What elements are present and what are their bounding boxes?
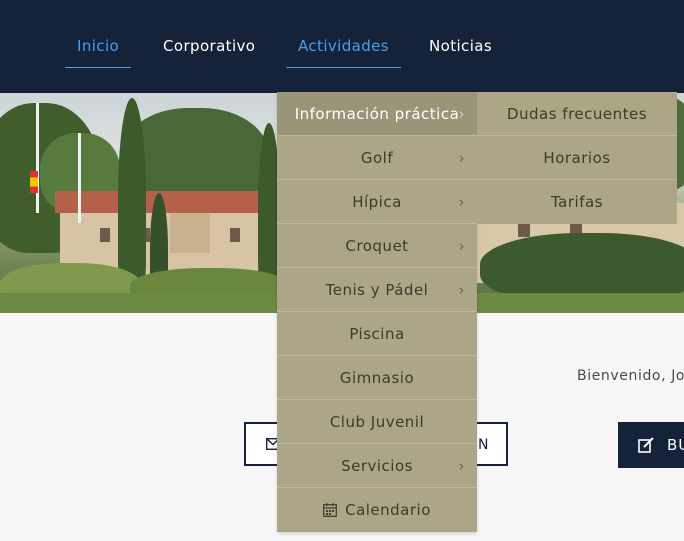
book-button-label: BU (667, 436, 684, 454)
nav-item-noticias[interactable]: Noticias (417, 37, 504, 67)
dropdown-item-piscina[interactable]: Piscina (277, 312, 477, 356)
dropdown-item-label: Servicios (341, 456, 413, 475)
dropdown-item-club-juvenil[interactable]: Club Juvenil (277, 400, 477, 444)
dropdown-item-label: Hípica (352, 192, 402, 211)
calendar-icon (323, 503, 337, 517)
dropdown-item-label: Calendario (345, 501, 431, 519)
nav-item-actividades[interactable]: Actividades (286, 37, 402, 68)
dropdown-item-label: Gimnasio (339, 368, 415, 387)
chevron-right-icon: › (458, 281, 465, 299)
dropdown-item-calendario[interactable]: Calendario (277, 488, 477, 532)
submenu-item-dudas-frecuentes[interactable]: Dudas frecuentes (477, 92, 677, 136)
chevron-right-icon: › (458, 105, 465, 123)
welcome-text: Bienvenido, Jo (577, 368, 684, 384)
nav-item-inicio[interactable]: Inicio (65, 37, 132, 68)
dropdown-item-hipica[interactable]: Hípica › (277, 180, 477, 224)
dropdown-item-label: Golf (360, 148, 394, 167)
submenu-item-horarios[interactable]: Horarios (477, 136, 677, 180)
dropdown-item-label: Club Juvenil (329, 412, 425, 431)
informacion-practica-submenu: Dudas frecuentes Horarios Tarifas (477, 92, 677, 224)
top-navbar: Inicio Corporativo Actividades Noticias (0, 0, 684, 93)
dropdown-item-label: Información práctica (294, 104, 460, 123)
contact-button-label: N (478, 437, 490, 453)
dropdown-item-label: Piscina (349, 324, 405, 343)
actividades-dropdown: Información práctica › Golf › Hípica › C… (277, 92, 477, 532)
book-button[interactable]: BU (618, 422, 684, 468)
chevron-right-icon: › (458, 193, 465, 211)
chevron-right-icon: › (458, 237, 465, 255)
dropdown-item-label: Tenis y Pádel (325, 280, 429, 299)
dropdown-item-informacion-practica[interactable]: Información práctica › (277, 92, 477, 136)
edit-icon (638, 437, 654, 453)
dropdown-item-tenis-padel[interactable]: Tenis y Pádel › (277, 268, 477, 312)
chevron-right-icon: › (458, 149, 465, 167)
dropdown-item-golf[interactable]: Golf › (277, 136, 477, 180)
nav-item-corporativo[interactable]: Corporativo (151, 37, 267, 67)
dropdown-item-gimnasio[interactable]: Gimnasio (277, 356, 477, 400)
dropdown-item-servicios[interactable]: Servicios › (277, 444, 477, 488)
submenu-item-tarifas[interactable]: Tarifas (477, 180, 677, 224)
chevron-right-icon: › (458, 457, 465, 475)
dropdown-item-croquet[interactable]: Croquet › (277, 224, 477, 268)
dropdown-item-label: Croquet (345, 236, 409, 255)
